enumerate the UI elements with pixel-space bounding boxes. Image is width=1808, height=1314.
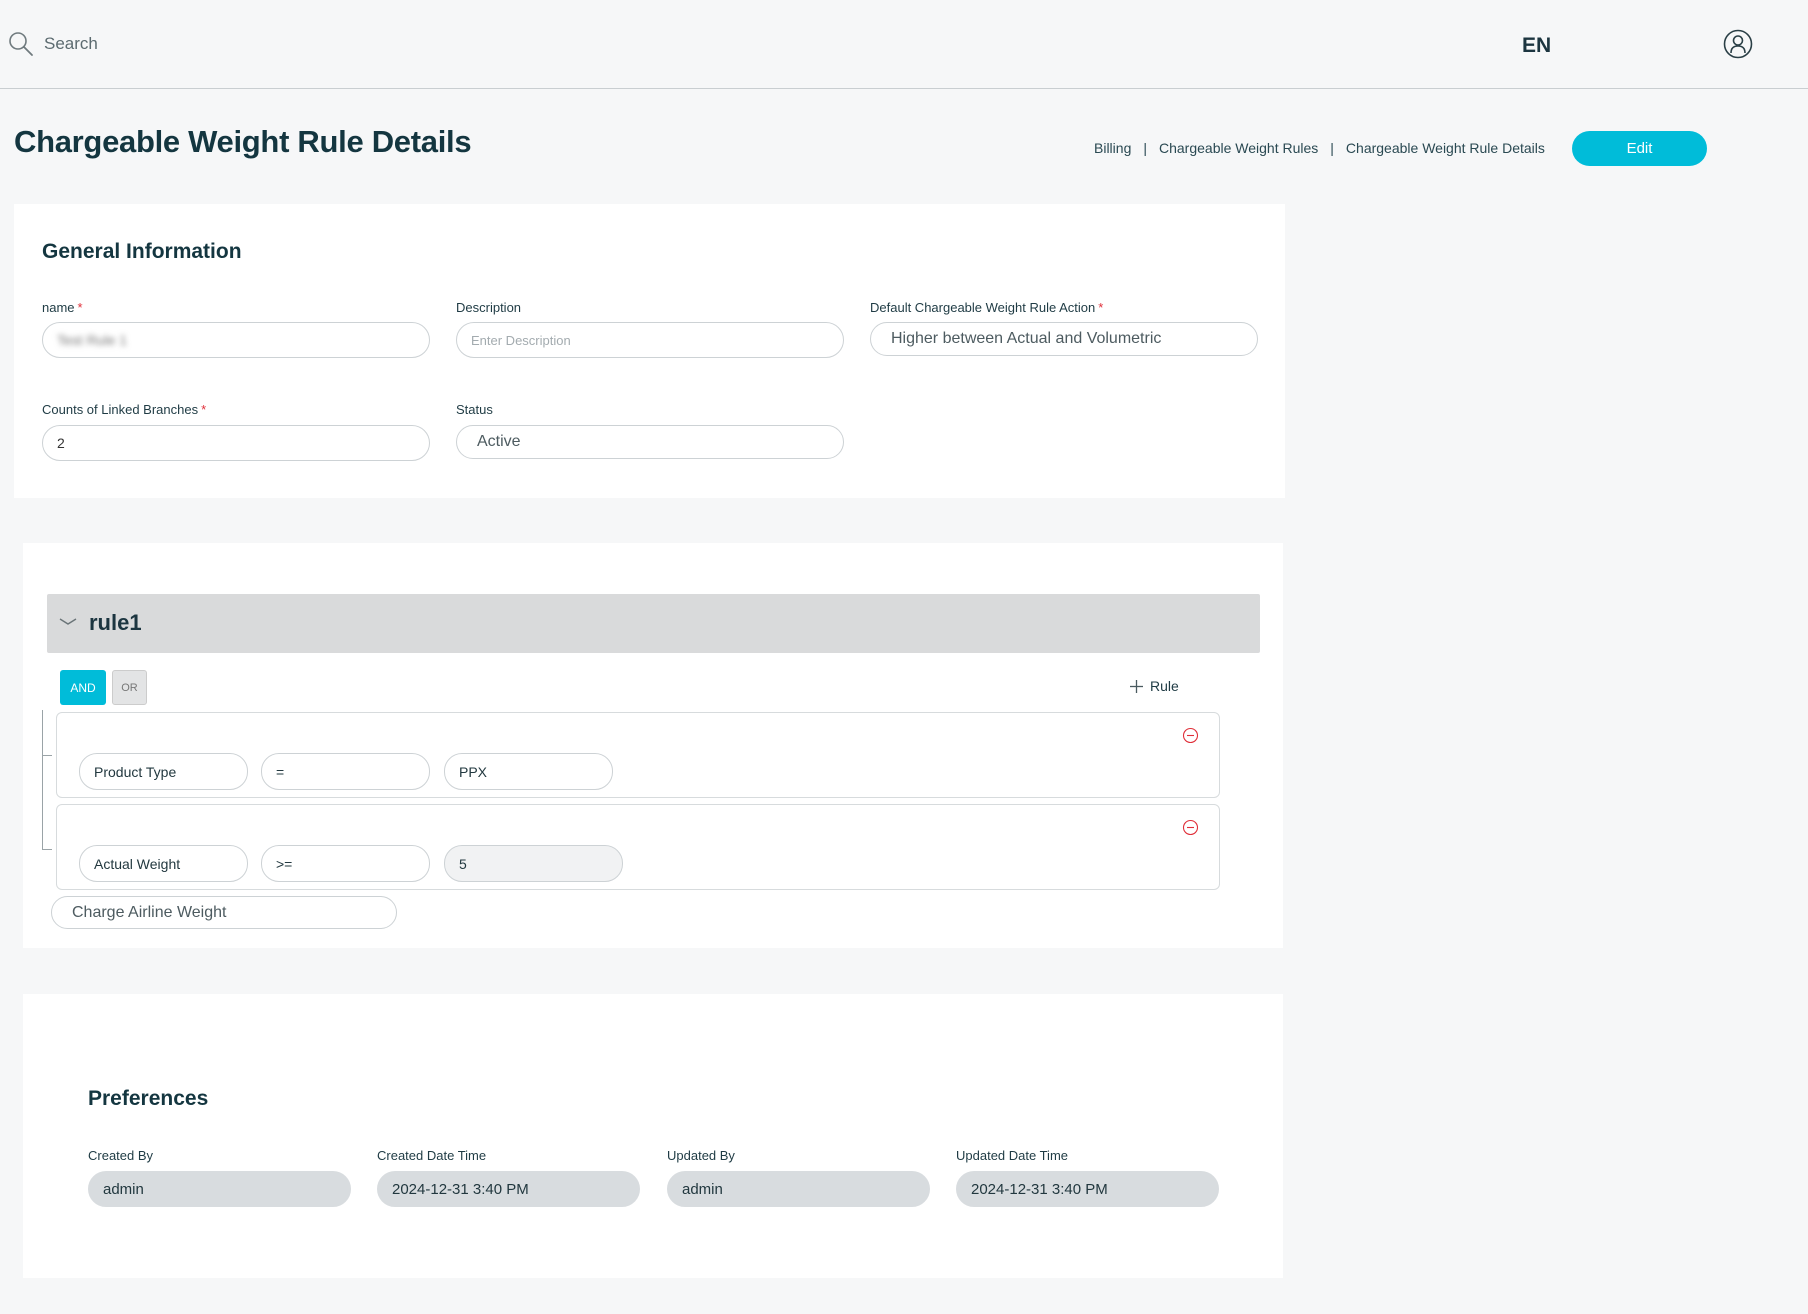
created-by-label: Created By xyxy=(88,1148,154,1163)
condition-value-input[interactable]: 5 xyxy=(444,845,623,882)
tree-connector-tick xyxy=(42,755,52,756)
general-information-card: General Information name * Test Rule 1 De… xyxy=(14,204,1285,498)
updated-date-label: Updated Date Time xyxy=(956,1148,1069,1163)
condition-row: Actual Weight >= 5 xyxy=(56,804,1220,890)
condition-operator-select[interactable]: >= xyxy=(261,845,430,882)
status-select[interactable]: Active xyxy=(456,425,844,459)
linked-branches-field[interactable]: 2 xyxy=(42,425,430,461)
search-input[interactable] xyxy=(44,30,344,58)
remove-circle-icon[interactable] xyxy=(1182,819,1199,836)
search-icon[interactable] xyxy=(8,31,34,57)
name-label: name * xyxy=(42,300,83,315)
edit-button[interactable]: Edit xyxy=(1572,131,1707,166)
name-field[interactable]: Test Rule 1 xyxy=(42,322,430,358)
user-icon[interactable] xyxy=(1722,28,1754,60)
breadcrumb-separator: | xyxy=(1330,140,1334,156)
linked-branches-label-text: Counts of Linked Branches xyxy=(42,402,199,417)
breadcrumb-chargeable-weight-rules[interactable]: Chargeable Weight Rules xyxy=(1159,140,1318,156)
breadcrumb-current: Chargeable Weight Rule Details xyxy=(1345,140,1545,156)
condition-field-select[interactable]: Actual Weight xyxy=(79,845,248,882)
tree-connector xyxy=(42,710,43,850)
required-mark: * xyxy=(77,300,83,315)
updated-by-label: Updated By xyxy=(667,1148,735,1163)
add-rule-button[interactable]: Rule xyxy=(1129,678,1179,694)
updated-by-field: admin xyxy=(667,1171,930,1207)
rule-header[interactable]: rule1 xyxy=(47,594,1260,653)
condition-row: Product Type = PPX xyxy=(56,712,1220,798)
tree-connector-tick xyxy=(42,849,52,850)
condition-value-input[interactable]: PPX xyxy=(444,753,613,790)
default-action-label: Default Chargeable Weight Rule Action * xyxy=(870,300,1103,315)
default-action-select[interactable]: Higher between Actual and Volumetric xyxy=(870,322,1258,356)
rules-card: rule1 AND OR Rule Product Type = PPX Act… xyxy=(23,543,1283,948)
and-button[interactable]: AND xyxy=(60,670,106,705)
updated-date-field: 2024-12-31 3:40 PM xyxy=(956,1171,1219,1207)
required-mark: * xyxy=(1098,300,1104,315)
top-bar: EN xyxy=(0,0,1808,89)
breadcrumb: Billing | Chargeable Weight Rules | Char… xyxy=(1094,140,1545,156)
required-mark: * xyxy=(201,402,207,417)
name-label-text: name xyxy=(42,300,75,315)
remove-circle-icon[interactable] xyxy=(1182,727,1199,744)
general-information-title: General Information xyxy=(42,240,242,263)
chevron-down-icon[interactable] xyxy=(59,616,77,628)
preferences-title: Preferences xyxy=(88,1087,209,1110)
linked-branches-label: Counts of Linked Branches * xyxy=(42,402,206,417)
add-rule-label: Rule xyxy=(1150,678,1179,694)
condition-field-select[interactable]: Product Type xyxy=(79,753,248,790)
rule-name: rule1 xyxy=(89,610,142,635)
plus-icon xyxy=(1130,679,1143,693)
status-label: Status xyxy=(456,402,493,417)
breadcrumb-billing[interactable]: Billing xyxy=(1094,140,1131,156)
created-by-field: admin xyxy=(88,1171,351,1207)
created-date-field: 2024-12-31 3:40 PM xyxy=(377,1171,640,1207)
page-title: Chargeable Weight Rule Details xyxy=(14,124,472,159)
breadcrumb-separator: | xyxy=(1143,140,1147,156)
description-field[interactable]: Enter Description xyxy=(456,322,844,358)
rule-action-select[interactable]: Charge Airline Weight xyxy=(51,896,397,929)
description-label: Description xyxy=(456,300,522,315)
or-button[interactable]: OR xyxy=(112,670,147,705)
name-value: Test Rule 1 xyxy=(57,332,128,348)
created-date-label: Created Date Time xyxy=(377,1148,487,1163)
language-selector[interactable]: EN xyxy=(1522,34,1551,58)
preferences-card: Preferences Created By admin Created Dat… xyxy=(23,994,1283,1278)
default-action-label-text: Default Chargeable Weight Rule Action xyxy=(870,300,1096,315)
condition-operator-select[interactable]: = xyxy=(261,753,430,790)
